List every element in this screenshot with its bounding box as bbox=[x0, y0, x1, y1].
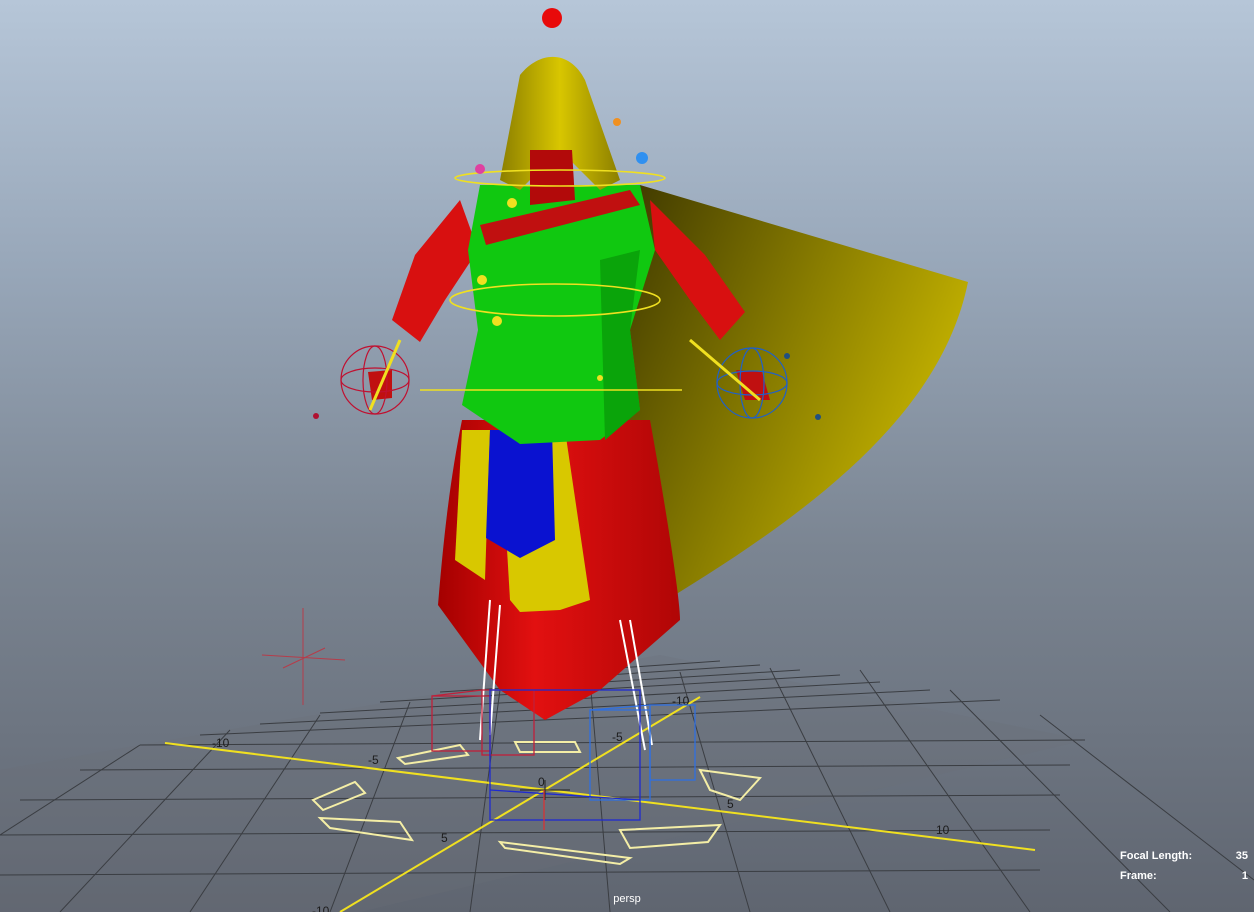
left-sleeve[interactable] bbox=[392, 200, 478, 342]
grid-label-z-10: -10 bbox=[312, 904, 330, 912]
grid-label-z-5: 5 bbox=[441, 831, 448, 845]
sash-blue[interactable] bbox=[486, 430, 555, 558]
focal-length-value: 35 bbox=[1235, 850, 1248, 862]
grid-label-z-neg5: -5 bbox=[612, 730, 623, 744]
viewport-scene[interactable]: -10 -5 0 5 10 -10 -5 5 -10 bbox=[0, 0, 1254, 912]
heads-up-display: Focal Length: 35 Frame: 1 bbox=[1120, 846, 1248, 886]
grid-label-10: 10 bbox=[936, 823, 950, 837]
hud-frame: Frame: 1 bbox=[1120, 866, 1248, 886]
locator-cross[interactable] bbox=[261, 608, 346, 705]
ground-grid bbox=[0, 655, 1254, 912]
grid-label-neg10: -10 bbox=[212, 736, 230, 750]
grid-label-neg5: -5 bbox=[368, 753, 379, 767]
grid-label-zero: 0 bbox=[538, 775, 545, 789]
face[interactable] bbox=[530, 150, 575, 205]
grid-label-5: 5 bbox=[727, 797, 734, 811]
3d-viewport[interactable]: -10 -5 0 5 10 -10 -5 5 -10 Focal Length:… bbox=[0, 0, 1254, 912]
grid-label-z-neg10: -10 bbox=[672, 694, 690, 708]
focal-length-label: Focal Length: bbox=[1120, 850, 1193, 862]
hud-focal-length: Focal Length: 35 bbox=[1120, 846, 1248, 866]
frame-value: 1 bbox=[1241, 870, 1248, 882]
frame-label: Frame: bbox=[1120, 870, 1157, 882]
camera-name-label: persp bbox=[613, 893, 641, 905]
head-top-control[interactable] bbox=[542, 8, 562, 28]
